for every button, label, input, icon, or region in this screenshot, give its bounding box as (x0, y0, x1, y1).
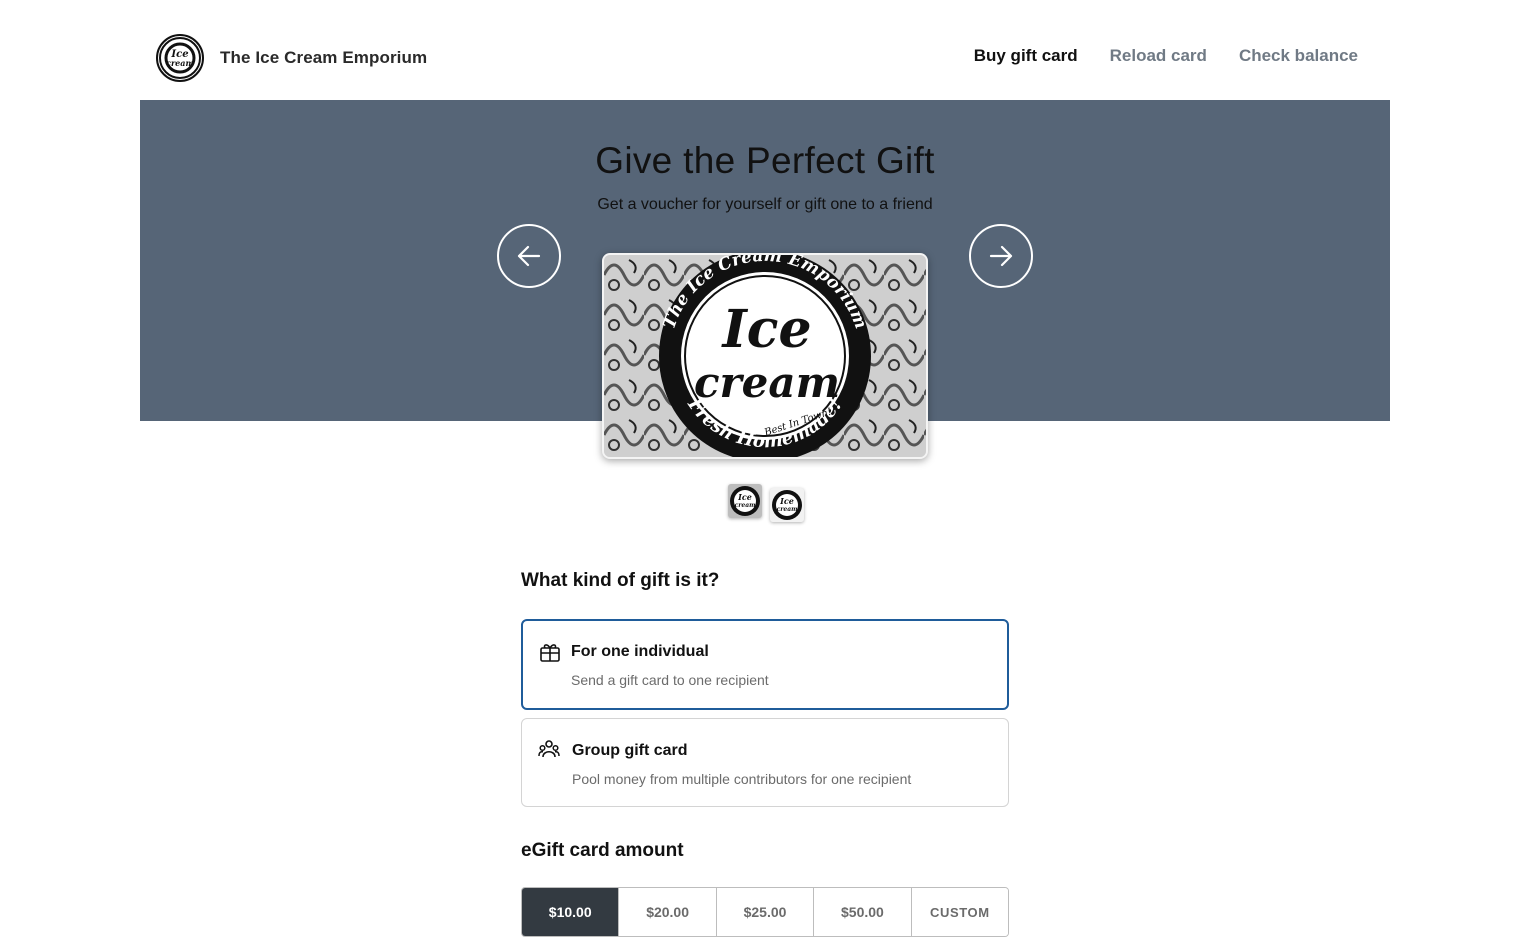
option-description: Send a gift card to one recipient (571, 672, 769, 688)
amount-selector: $10.00 $20.00 $25.00 $50.00 CUSTOM (521, 887, 1009, 937)
option-one-individual[interactable]: For one individual Send a gift card to o… (521, 619, 1009, 710)
next-design-button[interactable] (969, 224, 1033, 288)
svg-text:cream: cream (694, 358, 840, 407)
amount-option-20[interactable]: $20.00 (619, 888, 717, 936)
svg-text:cream: cream (777, 506, 798, 513)
brand[interactable]: Ice cream The Ice Cream Emporium (156, 34, 427, 82)
svg-text:cream: cream (166, 58, 194, 68)
design-thumbnails: Ice cream Ice cream (728, 484, 804, 522)
svg-text:Ice: Ice (720, 299, 811, 360)
nav-buy-gift-card[interactable]: Buy gift card (974, 46, 1078, 66)
amount-title: eGift card amount (521, 840, 684, 861)
nav-reload-card[interactable]: Reload card (1110, 46, 1207, 66)
option-group-gift-card[interactable]: Group gift card Pool money from multiple… (521, 718, 1009, 807)
nav-check-balance[interactable]: Check balance (1239, 46, 1358, 66)
design-thumbnail[interactable]: Ice cream (770, 488, 804, 522)
hero-subtitle: Get a voucher for yourself or gift one t… (597, 196, 933, 213)
design-thumbnail[interactable]: Ice cream (728, 484, 762, 518)
gift-icon (540, 644, 560, 662)
group-icon (538, 740, 560, 758)
option-title: Group gift card (572, 742, 688, 759)
previous-design-button[interactable] (497, 224, 561, 288)
option-description: Pool money from multiple contributors fo… (572, 771, 912, 787)
svg-text:Ice: Ice (737, 492, 752, 502)
site-header: Ice cream The Ice Cream Emporium Buy gif… (140, 0, 1390, 100)
arrow-right-icon (989, 245, 1013, 267)
option-title: For one individual (571, 643, 709, 660)
svg-text:Ice: Ice (779, 496, 794, 506)
gift-kind-title: What kind of gift is it? (521, 570, 720, 591)
ice-cream-logo: Ice cream (156, 34, 204, 82)
amount-option-25[interactable]: $25.00 (716, 888, 815, 936)
gift-card-artwork: The Ice Cream Emporium Fresh Homemade! I… (604, 255, 926, 457)
arrow-left-icon (517, 245, 541, 267)
amount-option-10[interactable]: $10.00 (522, 888, 620, 936)
hero-title: Give the Perfect Gift (595, 140, 935, 181)
amount-option-custom[interactable]: CUSTOM (911, 888, 1008, 936)
svg-text:cream: cream (735, 502, 756, 509)
main-nav: Buy gift card Reload card Check balance (974, 46, 1358, 66)
brand-name: The Ice Cream Emporium (220, 48, 428, 67)
amount-option-50[interactable]: $50.00 (814, 888, 912, 936)
gift-card-preview: The Ice Cream Emporium Fresh Homemade! I… (602, 253, 928, 459)
ice-cream-logo: Ice cream (770, 488, 804, 522)
ice-cream-logo: Ice cream (728, 484, 762, 518)
